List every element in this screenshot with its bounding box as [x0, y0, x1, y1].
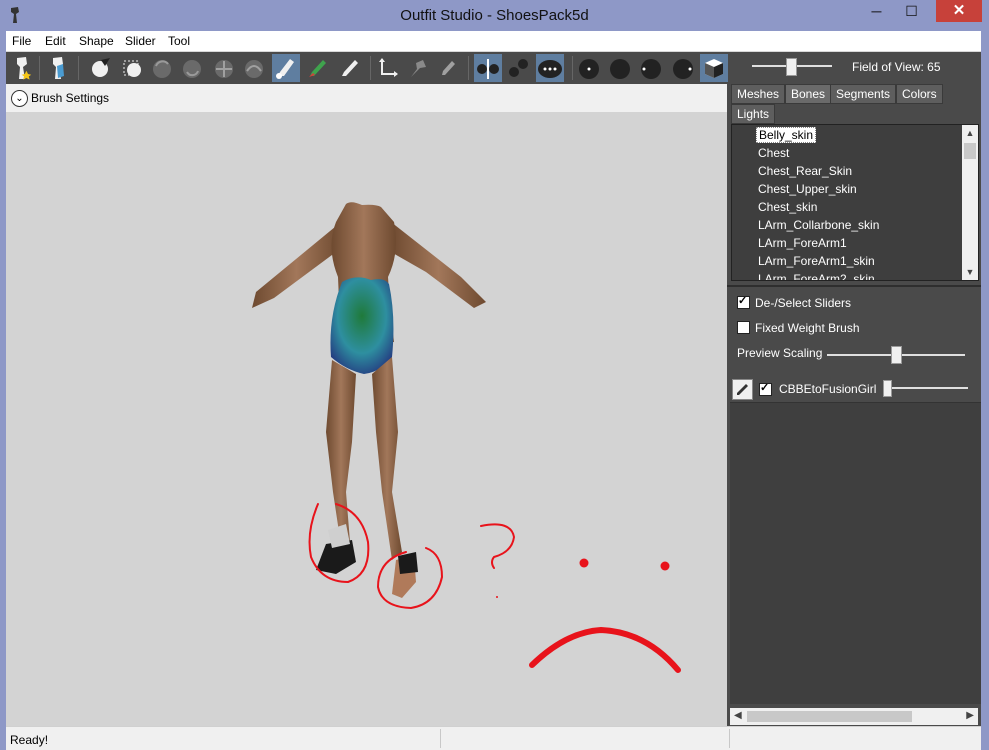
scroll-thumb[interactable]	[747, 711, 912, 722]
list-item[interactable]: Chest_Upper_skin	[758, 182, 857, 196]
vertex-edit-icon[interactable]	[434, 54, 462, 82]
field-of-view-slider[interactable]	[786, 58, 797, 76]
toolbar-separator	[468, 56, 469, 80]
scroll-left-icon[interactable]: ◀	[734, 710, 742, 721]
status-bar: Ready!	[6, 726, 981, 750]
toolbar-separator	[572, 56, 573, 80]
tab-lights[interactable]: Lights	[731, 104, 776, 124]
slider-list-scrollbar[interactable]: ◀ ▶	[730, 708, 978, 725]
list-item[interactable]: Chest_skin	[758, 200, 817, 214]
character-model	[252, 202, 486, 598]
brush-size-4-icon[interactable]	[669, 54, 697, 82]
scroll-right-icon[interactable]: ▶	[966, 710, 974, 721]
alpha-brush-icon[interactable]	[336, 54, 364, 82]
brush-settings-bar: ⌄ Brush Settings	[6, 84, 727, 112]
menu-file[interactable]: File	[12, 34, 31, 48]
weight-brush-icon[interactable]	[272, 54, 300, 82]
slider-thumb[interactable]	[883, 380, 892, 397]
deflate-brush-icon[interactable]	[178, 54, 206, 82]
tab-bones[interactable]: Bones	[785, 84, 832, 104]
scroll-up-icon[interactable]: ▲	[962, 125, 978, 141]
tab-meshes[interactable]: Meshes	[731, 84, 786, 104]
slider-row: ✓ CBBEtoFusionGirl	[730, 376, 981, 403]
fixed-weight-brush-label: Fixed Weight Brush	[755, 321, 860, 335]
x-mirror-icon[interactable]	[474, 54, 502, 82]
tab-segments[interactable]: Segments	[830, 84, 897, 104]
list-item[interactable]: LArm_ForeArm2_skin	[758, 272, 875, 280]
pivot-icon[interactable]	[404, 54, 432, 82]
menu-shape[interactable]: Shape	[79, 34, 114, 48]
edit-slider-button[interactable]	[732, 379, 753, 400]
toolbar-separator	[39, 56, 40, 80]
slider-checkbox[interactable]: ✓	[759, 382, 772, 396]
smooth-brush-icon[interactable]	[240, 54, 268, 82]
toolbar-separator	[370, 56, 371, 80]
pencil-icon	[737, 384, 748, 395]
right-panel: Meshes Bones Segments Colors Lights Bell…	[727, 84, 981, 726]
toolbar: Field of View: 65	[6, 52, 981, 84]
brush-size-1-icon[interactable]	[575, 54, 603, 82]
inflate-brush-icon[interactable]	[148, 54, 176, 82]
view-cube-icon[interactable]	[700, 54, 728, 82]
list-item[interactable]: Belly_skin	[756, 127, 817, 143]
menu-slider[interactable]: Slider	[125, 34, 156, 48]
mask-brush-icon[interactable]	[118, 54, 146, 82]
menu-bar: File Edit Shape Slider Tool	[6, 31, 981, 52]
scroll-thumb[interactable]	[964, 143, 976, 159]
status-text: Ready!	[10, 733, 49, 747]
brush-size-3-icon[interactable]	[637, 54, 665, 82]
outfit-icon[interactable]	[44, 54, 72, 82]
tab-colors[interactable]: Colors	[896, 84, 943, 104]
field-of-view-label: Field of View: 65	[852, 60, 941, 74]
fixed-weight-brush-checkbox[interactable]	[737, 321, 750, 334]
list-item[interactable]: Chest_Rear_Skin	[758, 164, 852, 178]
window-title: Outfit Studio - ShoesPack5d	[400, 7, 589, 24]
color-brush-icon[interactable]	[304, 54, 332, 82]
panel-divider	[727, 285, 981, 287]
preview-scaling-slider[interactable]	[891, 346, 902, 364]
annotation-dot	[660, 561, 670, 571]
model-render	[252, 202, 681, 673]
slider-list: ✓ CBBEtoFusionGirl	[730, 376, 981, 704]
global-brush-icon[interactable]	[536, 54, 564, 82]
red-annotations	[308, 503, 681, 673]
status-divider	[440, 729, 441, 748]
list-item[interactable]: LArm_ForeArm1_skin	[758, 254, 875, 268]
scroll-down-icon[interactable]: ▼	[962, 264, 978, 280]
select-brush-icon[interactable]	[86, 54, 114, 82]
preview-scaling-label: Preview Scaling	[737, 346, 823, 360]
transform-icon[interactable]	[374, 54, 402, 82]
select-sliders-option[interactable]: ✓ De-/Select Sliders	[737, 295, 852, 310]
maximize-button[interactable]: ☐	[895, 0, 928, 22]
close-button[interactable]: ✕	[936, 0, 982, 22]
list-item[interactable]: Chest	[758, 146, 789, 160]
chevron-down-icon[interactable]: ⌄	[11, 90, 28, 107]
slider-track	[885, 387, 968, 389]
annotation-dot	[579, 558, 589, 568]
select-sliders-checkbox[interactable]: ✓	[737, 295, 750, 309]
annotation-dot	[496, 596, 498, 598]
menu-tool[interactable]: Tool	[168, 34, 190, 48]
3d-viewport[interactable]	[6, 112, 727, 726]
menu-edit[interactable]: Edit	[45, 34, 66, 48]
status-divider	[729, 729, 730, 748]
minimize-button[interactable]: ─	[860, 0, 893, 22]
brush-size-2-icon[interactable]	[606, 54, 634, 82]
bone-list[interactable]: Belly_skin Chest Chest_Rear_Skin Chest_U…	[731, 124, 979, 281]
toolbar-separator	[78, 56, 79, 80]
fixed-weight-brush-option[interactable]: Fixed Weight Brush	[737, 321, 860, 335]
connected-edit-icon[interactable]	[505, 54, 533, 82]
bone-list-scrollbar[interactable]: ▲ ▼	[962, 125, 978, 280]
title-bar: Outfit Studio - ShoesPack5d ─ ☐ ✕	[0, 0, 989, 31]
brush-settings-label[interactable]: Brush Settings	[31, 91, 109, 105]
reference-icon[interactable]	[8, 54, 36, 82]
move-brush-icon[interactable]	[210, 54, 238, 82]
list-item[interactable]: LArm_Collarbone_skin	[758, 218, 879, 232]
list-item[interactable]: LArm_ForeArm1	[758, 236, 847, 250]
slider-name: CBBEtoFusionGirl	[779, 382, 877, 396]
select-sliders-label: De-/Select Sliders	[755, 296, 852, 310]
